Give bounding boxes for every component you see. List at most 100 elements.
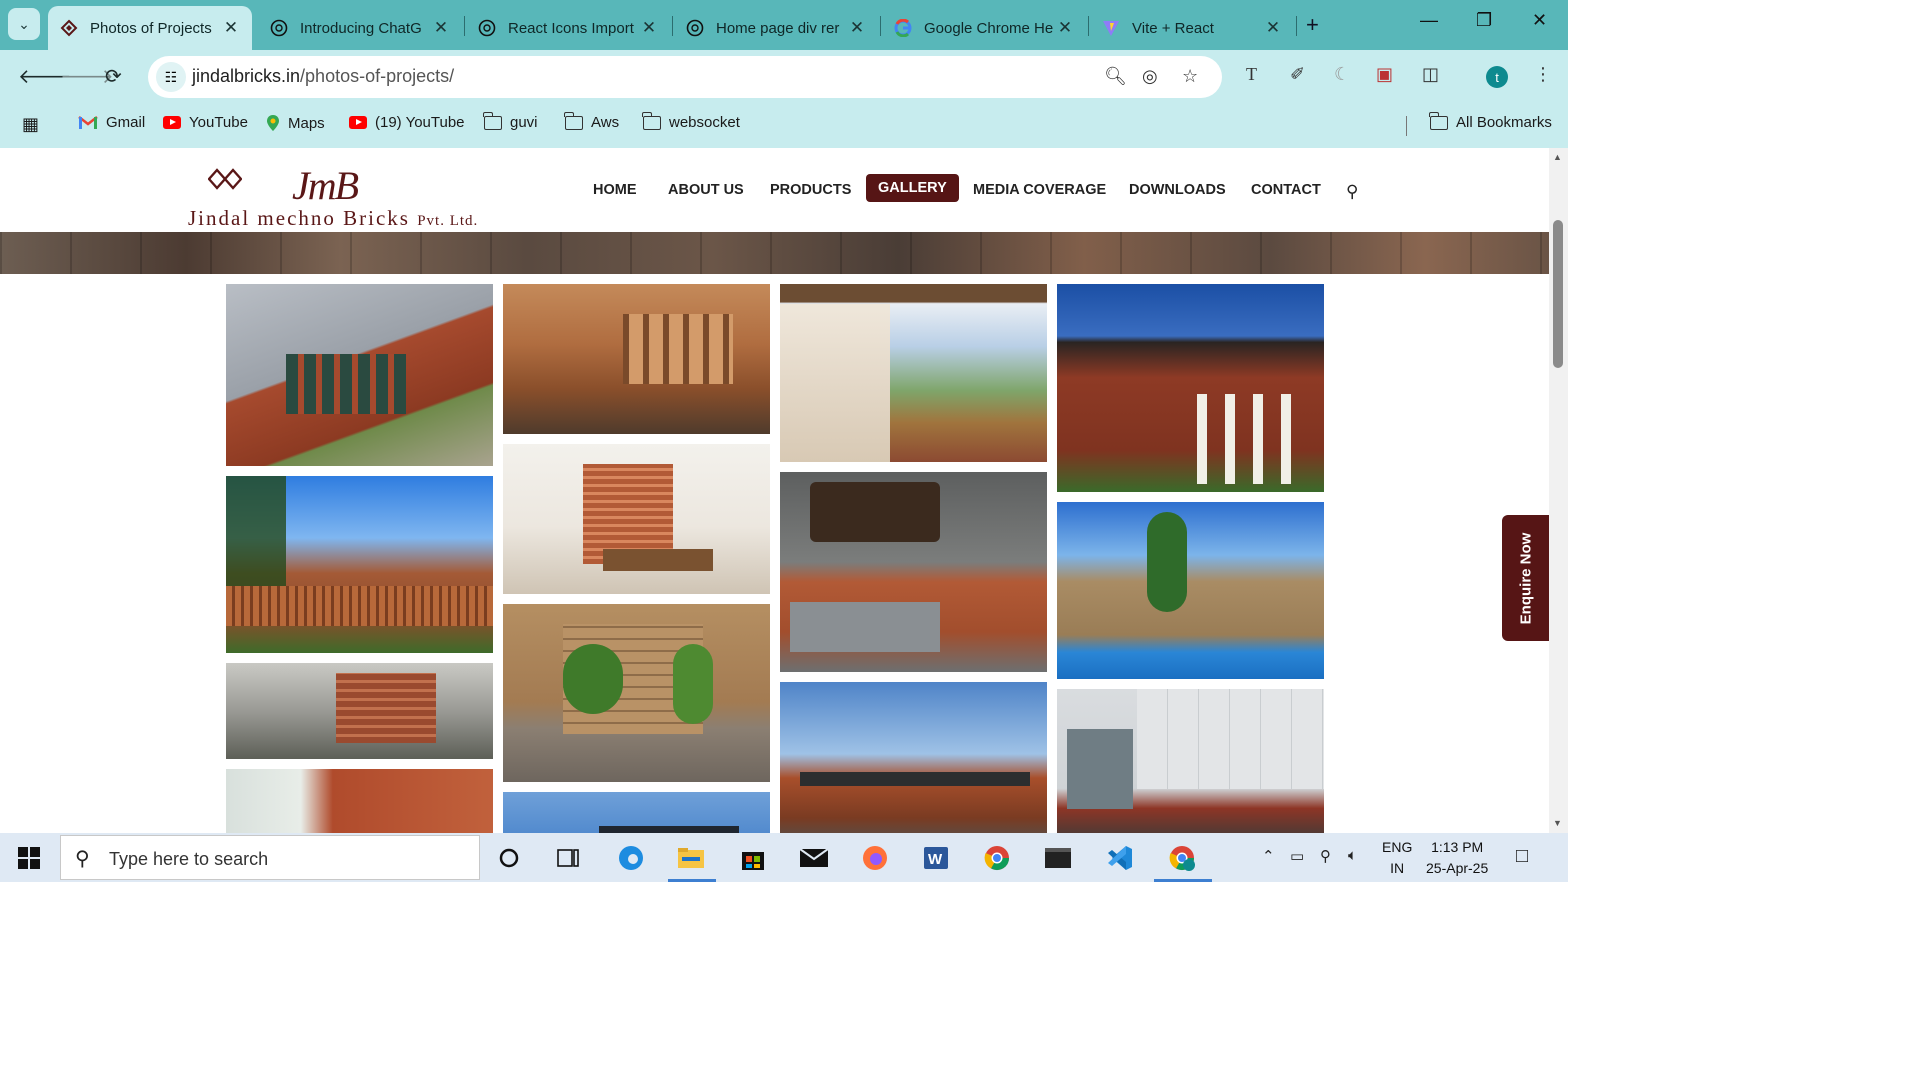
tab-photos-of-projects[interactable]: Photos of Projects ✕: [48, 6, 252, 50]
gallery-image-1[interactable]: [226, 284, 493, 466]
gallery-image-13[interactable]: [1057, 502, 1324, 679]
input-language[interactable]: ENG IN: [1382, 837, 1412, 879]
brick-fins: [623, 314, 733, 384]
extensions-puzzle-icon[interactable]: ◫: [1422, 64, 1439, 85]
restore-icon[interactable]: ❐: [1476, 10, 1492, 31]
page-scrollbar[interactable]: ▲ ▼: [1549, 148, 1568, 833]
extension-t-icon[interactable]: T: [1246, 64, 1257, 85]
plant: [563, 644, 623, 714]
gallery-image-4[interactable]: [226, 769, 493, 833]
word-icon[interactable]: W: [919, 841, 953, 875]
nav-products[interactable]: PRODUCTS: [770, 176, 851, 204]
close-tab-icon[interactable]: ✕: [432, 18, 450, 38]
notifications-icon[interactable]: □: [1516, 845, 1528, 868]
store-icon[interactable]: [736, 841, 770, 875]
tab-home-page-div[interactable]: Home page div rer ✕: [674, 6, 878, 50]
url-text[interactable]: jindalbricks.in/photos-of-projects/: [192, 66, 454, 87]
bookmark-maps[interactable]: Maps: [266, 114, 325, 132]
white-columns: [1197, 394, 1297, 484]
file-explorer-icon[interactable]: [674, 841, 708, 875]
all-bookmarks[interactable]: All Bookmarks: [1429, 111, 1552, 131]
nav-gallery[interactable]: GALLERY: [866, 174, 959, 202]
firefox-icon[interactable]: [858, 841, 892, 875]
tray-chevron-up-icon[interactable]: ⌃: [1262, 847, 1275, 865]
scroll-thumb[interactable]: [1553, 220, 1563, 368]
nav-about-us[interactable]: ABOUT US: [668, 176, 744, 204]
site-logo[interactable]: JmB Jindal mechno Bricks Pvt. Ltd.: [186, 154, 496, 234]
site-search-icon[interactable]: ⚲: [1346, 176, 1358, 208]
jmb-favicon-icon: [60, 19, 78, 37]
eye-slash-icon[interactable]: ◎: [1142, 66, 1158, 87]
close-tab-icon[interactable]: ✕: [848, 18, 866, 38]
bookmark-youtube[interactable]: YouTube: [163, 114, 248, 131]
scroll-up-icon[interactable]: ▲: [1553, 152, 1562, 162]
gallery-image-3[interactable]: [226, 663, 493, 759]
bookmark-guvi[interactable]: guvi: [483, 111, 538, 131]
bookmark-gmail[interactable]: Gmail: [78, 114, 145, 131]
volume-icon[interactable]: 🔈︎: [1348, 847, 1357, 864]
gallery-image-10[interactable]: [780, 472, 1047, 672]
gallery-image-12[interactable]: [1057, 284, 1324, 492]
bookmark-websocket[interactable]: websocket: [642, 111, 740, 131]
task-view-icon[interactable]: [551, 841, 585, 875]
google-icon: [894, 19, 912, 37]
terminal-icon[interactable]: [1041, 841, 1075, 875]
glass-band: [800, 772, 1030, 786]
bookmark-aws[interactable]: Aws: [564, 111, 619, 131]
close-tab-icon[interactable]: ✕: [1264, 18, 1282, 38]
site-info-icon[interactable]: ☷: [156, 62, 186, 92]
star-icon[interactable]: ☆: [1182, 66, 1198, 87]
gallery-image-14[interactable]: [1057, 689, 1324, 833]
tab-introducing-chatgpt[interactable]: Introducing ChatG ✕: [258, 6, 462, 50]
tab-title: React Icons Import: [508, 19, 634, 37]
veranda-wall: [780, 304, 890, 462]
extension-pen-icon[interactable]: ✐: [1290, 64, 1305, 85]
window-band: [286, 354, 406, 414]
gallery-image-8[interactable]: [503, 792, 770, 833]
taskbar-clock[interactable]: 1:13 PM 25-Apr-25: [1426, 837, 1488, 879]
tab-google-chrome-help[interactable]: Google Chrome He ✕: [882, 6, 1086, 50]
wifi-icon[interactable]: ⚲: [1320, 847, 1331, 865]
gallery-image-2[interactable]: [226, 476, 493, 653]
close-tab-icon[interactable]: ✕: [222, 18, 240, 38]
gallery-image-5[interactable]: [503, 284, 770, 434]
menu-kebab-icon[interactable]: ⋮: [1534, 64, 1552, 85]
edge-icon[interactable]: [614, 841, 648, 875]
tab-vite-react[interactable]: Vite + React ✕: [1090, 6, 1294, 50]
mail-icon[interactable]: [797, 841, 831, 875]
extension-game-icon[interactable]: ▣: [1376, 64, 1393, 85]
apps-grid-icon[interactable]: ▦: [22, 114, 39, 135]
taskbar-search-box[interactable]: ⚲ Type here to search: [60, 835, 480, 880]
nav-downloads[interactable]: DOWNLOADS: [1129, 176, 1226, 204]
enquire-now-button[interactable]: Enquire Now: [1502, 515, 1549, 641]
extension-moon-icon[interactable]: ☾: [1334, 64, 1350, 85]
close-tab-icon[interactable]: ✕: [640, 18, 658, 38]
nav-home[interactable]: HOME: [593, 176, 637, 204]
bookmark-youtube-19[interactable]: (19) YouTube: [349, 114, 465, 131]
coffee-art: [810, 482, 940, 542]
chrome-icon[interactable]: [980, 841, 1014, 875]
reload-icon[interactable]: ⟳: [105, 64, 122, 89]
cortana-icon[interactable]: [492, 841, 526, 875]
scroll-down-icon[interactable]: ▼: [1553, 818, 1562, 828]
vscode-icon[interactable]: [1103, 841, 1137, 875]
gallery-image-6[interactable]: [503, 444, 770, 594]
address-bar[interactable]: ☷ jindalbricks.in/photos-of-projects/ 🔍︎…: [148, 56, 1222, 98]
nav-contact[interactable]: CONTACT: [1251, 176, 1321, 204]
nav-media-coverage[interactable]: MEDIA COVERAGE: [973, 176, 1106, 204]
close-tab-icon[interactable]: ✕: [1056, 18, 1074, 38]
maps-icon: [266, 114, 280, 132]
chrome-profile-icon[interactable]: [1165, 841, 1199, 875]
windows-start-icon[interactable]: [18, 847, 40, 874]
gallery-image-11[interactable]: [780, 682, 1047, 833]
minimize-icon[interactable]: —: [1420, 10, 1438, 31]
gallery-image-9[interactable]: [780, 284, 1047, 462]
battery-icon[interactable]: ▭: [1290, 847, 1304, 865]
tab-react-icons[interactable]: React Icons Import ✕: [466, 6, 670, 50]
new-tab-button[interactable]: +: [1306, 12, 1319, 38]
zoom-icon[interactable]: 🔍︎: [1104, 66, 1127, 87]
gallery-image-7[interactable]: [503, 604, 770, 782]
close-window-icon[interactable]: ✕: [1532, 10, 1547, 31]
tab-search-button[interactable]: ⌄: [8, 8, 40, 40]
profile-avatar[interactable]: t: [1486, 66, 1508, 88]
